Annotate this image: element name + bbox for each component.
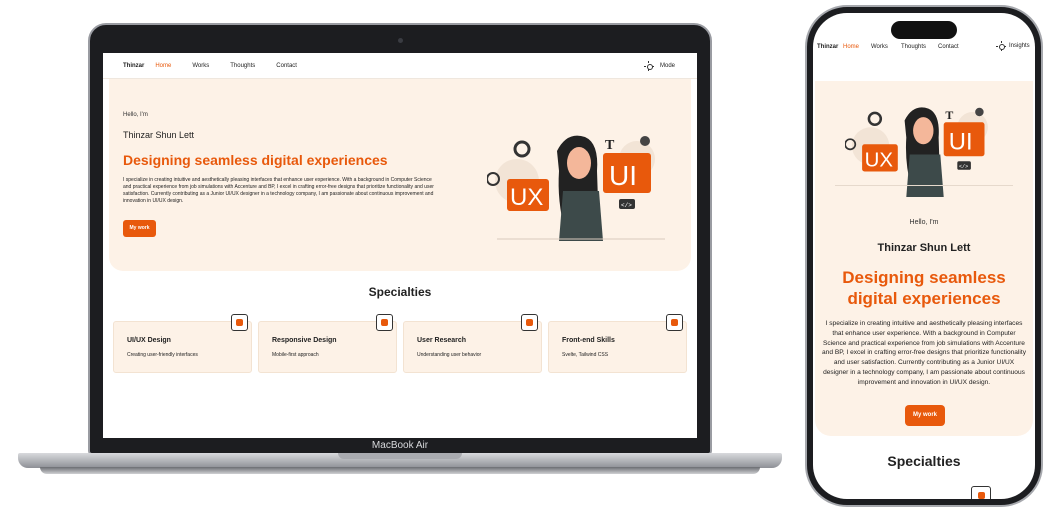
ux-label: UX xyxy=(510,184,543,211)
insights-label: Insights xyxy=(1009,43,1030,49)
nav-link-contact[interactable]: Contact xyxy=(276,63,297,69)
nav-link-contact[interactable]: Contact xyxy=(938,44,959,50)
specialty-subtitle: Understanding user behavior xyxy=(417,352,482,358)
mode-toggle[interactable]: Mode xyxy=(643,61,675,71)
laptop-camera xyxy=(398,38,403,43)
ux-ui-illustration: UX UI T </> xyxy=(845,107,988,197)
specialty-card-frontend[interactable]: Front-end Skills Svelte, Tailwind CSS xyxy=(548,314,687,373)
specialty-title: Responsive Design xyxy=(272,337,337,344)
specialty-subtitle: Svelte, Tailwind CSS xyxy=(562,352,609,358)
t-label: T xyxy=(605,138,615,153)
ui-label: UI xyxy=(609,160,637,191)
specialties-heading: Specialties xyxy=(887,453,961,469)
hero-description: I specialize in creating intuitive and a… xyxy=(123,177,434,204)
mobile-screen: Thinzar Home Works Thoughts Contact Insi… xyxy=(813,13,1035,499)
laptop-base-edge xyxy=(40,467,760,474)
my-work-button[interactable]: My work xyxy=(905,405,945,426)
nav-link-works[interactable]: Works xyxy=(192,63,209,69)
ux-ui-illustration: UX UI T </> xyxy=(487,135,665,241)
ui-label: UI xyxy=(949,128,973,155)
dynamic-island xyxy=(891,21,957,39)
mobile-navbar: Thinzar Home Works Thoughts Contact Insi… xyxy=(813,40,1035,54)
desktop-screen: Thinzar Home Works Thoughts Contact Mode… xyxy=(103,53,697,438)
mobile-icon xyxy=(376,314,393,331)
sun-icon xyxy=(643,61,654,71)
code-label: </> xyxy=(959,164,968,170)
my-work-button[interactable]: My work xyxy=(123,220,156,237)
mobile-hero-section: UX UI T </> Hello, I'm Thinzar Shun Lett… xyxy=(815,81,1033,436)
specialty-title: User Research xyxy=(417,337,467,344)
specialty-title: Front-end Skills xyxy=(562,337,615,344)
mode-label: Mode xyxy=(659,63,675,69)
t-label: T xyxy=(945,108,953,122)
specialty-card-responsive[interactable]: Responsive Design Mobile-first approach xyxy=(258,314,397,373)
hero-greeting: Hello, I'm xyxy=(909,219,939,226)
nav-link-works[interactable]: Works xyxy=(871,44,888,50)
hero-name: Thinzar Shun Lett xyxy=(877,242,971,254)
sun-icon xyxy=(996,41,1006,51)
nav-link-home[interactable]: Home xyxy=(155,63,171,69)
specialty-subtitle: Creating user-friendly interfaces xyxy=(127,352,198,358)
lightning-icon xyxy=(666,314,683,331)
illustration-divider xyxy=(835,185,1013,186)
code-label: </> xyxy=(621,202,632,209)
specialty-card-uiux[interactable]: UI/UX Design Creating user-friendly inte… xyxy=(113,314,252,373)
pencil-icon xyxy=(971,486,991,499)
laptop-notch xyxy=(338,453,462,459)
specialty-title: UI/UX Design xyxy=(127,337,171,344)
nav-link-thoughts[interactable]: Thoughts xyxy=(901,44,926,50)
specialty-card-research[interactable]: User Research Understanding user behavio… xyxy=(403,314,542,373)
hero-name: Thinzar Shun Lett xyxy=(123,130,195,140)
specialties-heading: Specialties xyxy=(368,285,432,299)
hero-section: Hello, I'm Thinzar Shun Lett Designing s… xyxy=(109,79,691,271)
mockup-stage: MacBook Air Thinzar Home Works Thoughts … xyxy=(0,0,1050,512)
desktop-navbar: Thinzar Home Works Thoughts Contact Mode xyxy=(103,53,697,79)
nav-link-thoughts[interactable]: Thoughts xyxy=(230,63,255,69)
laptop-label: MacBook Air xyxy=(371,440,429,451)
hero-greeting: Hello, I'm xyxy=(123,112,148,118)
specialty-subtitle: Mobile-first approach xyxy=(272,352,319,358)
pencil-icon xyxy=(231,314,248,331)
nav-brand[interactable]: Thinzar xyxy=(817,44,838,50)
insights-toggle[interactable]: Insights xyxy=(996,41,1030,51)
search-icon xyxy=(521,314,538,331)
ux-label: UX xyxy=(865,149,894,171)
hero-description: I specialize in creating intuitive and a… xyxy=(821,320,1027,386)
hero-headline: Designing seamless digital experiences xyxy=(842,268,1006,308)
nav-brand[interactable]: Thinzar xyxy=(123,63,144,69)
hero-headline: Designing seamless digital experiences xyxy=(123,152,388,168)
nav-link-home[interactable]: Home xyxy=(843,44,859,50)
